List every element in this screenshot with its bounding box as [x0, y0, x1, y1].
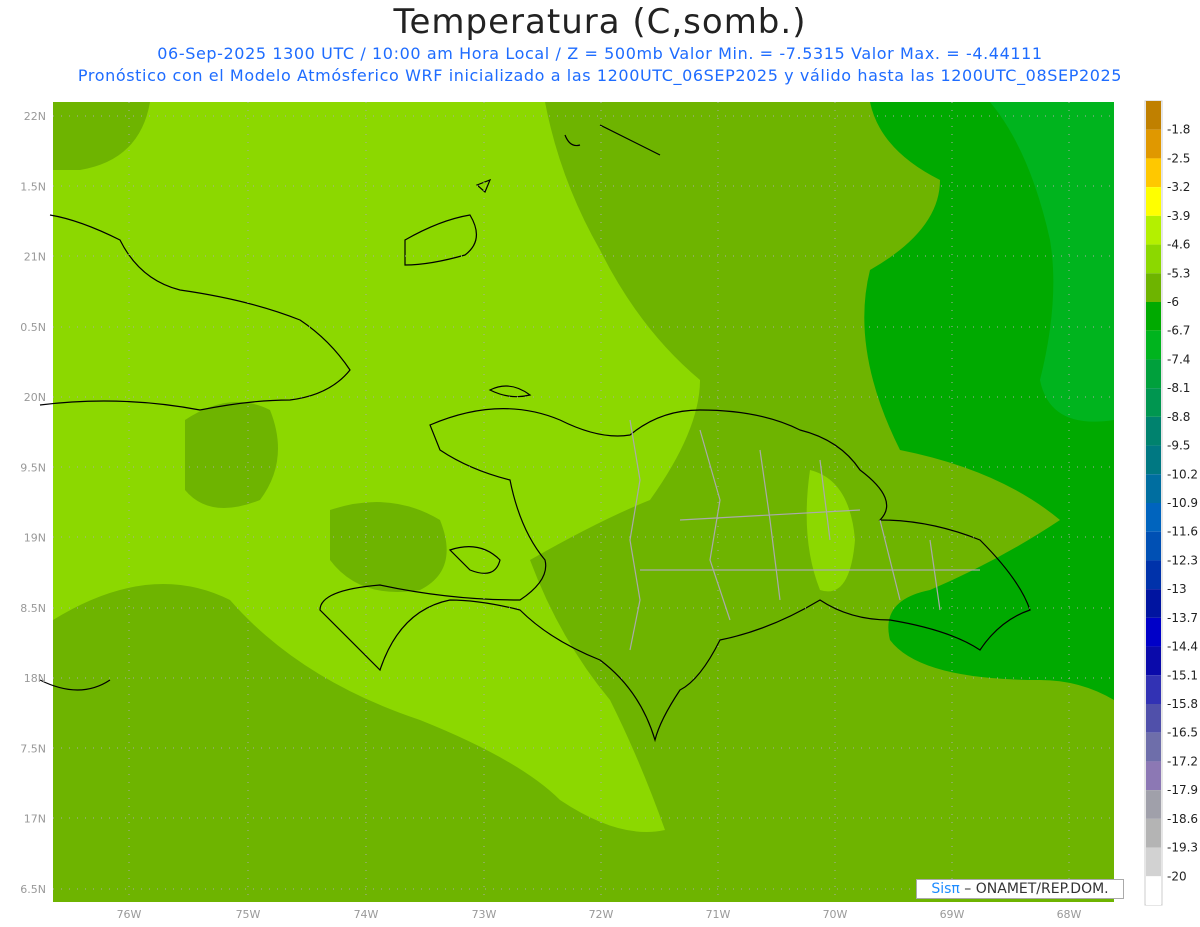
colorbar-bin: [1146, 761, 1161, 791]
lat-label: 18N: [24, 672, 46, 685]
colorbar: -1.8 -2.5 -3.2 -3.9 -4.6 -5.3 -6 -6.7 -7.4 -8.1 -8…: [1146, 101, 1198, 905]
colorbar-bin: [1146, 560, 1161, 590]
colorbar-bin: [1146, 416, 1161, 446]
colorbar-bin: [1146, 388, 1161, 417]
colorbar-label: -7.4: [1167, 352, 1190, 366]
colorbar-bin: [1146, 445, 1161, 475]
credit-box: Sisπ – ONAMET/REP.DOM.: [916, 879, 1124, 899]
lat-label: 0.5N: [20, 321, 46, 334]
colorbar-label: -18.6: [1167, 812, 1198, 826]
colorbar-label: -3.9: [1167, 209, 1190, 223]
lon-label: 70W: [823, 908, 848, 921]
lat-label: 19N: [24, 532, 46, 545]
colorbar-label: -17.2: [1167, 754, 1198, 768]
colorbar-label: -12.3: [1167, 553, 1198, 567]
colorbar-bin: [1146, 818, 1161, 848]
colorbar-label: -4.6: [1167, 238, 1190, 252]
temperature-map: 76W 75W 74W 73W 72W 71W 70W 69W 68W 22N 1.5N 21N 0.…: [20, 100, 1198, 921]
lon-label: 75W: [236, 908, 261, 921]
lon-label: 72W: [589, 908, 614, 921]
lat-label: 9.5N: [20, 461, 46, 474]
credit-brand: Sisπ: [931, 881, 960, 897]
colorbar-bin: [1146, 330, 1161, 360]
lon-label: 68W: [1057, 908, 1082, 921]
colorbar-bin: [1146, 617, 1161, 647]
lon-label: 74W: [354, 908, 379, 921]
colorbar-bin: [1146, 187, 1161, 216]
colorbar-label: -11.6: [1167, 525, 1198, 539]
lat-label: 17N: [24, 813, 46, 826]
colorbar-label: -19.3: [1167, 841, 1198, 855]
colorbar-bin: [1146, 273, 1161, 302]
colorbar-label: -2.5: [1167, 151, 1190, 165]
colorbar-bin: [1146, 359, 1161, 389]
colorbar-label: -15.8: [1167, 697, 1198, 711]
colorbar-bin: [1146, 675, 1161, 704]
lat-label: 8.5N: [20, 602, 46, 615]
lon-label: 71W: [706, 908, 731, 921]
colorbar-bin: [1146, 244, 1161, 274]
lat-label: 22N: [24, 110, 46, 123]
colorbar-label: -15.1: [1167, 668, 1198, 682]
lat-label: 1.5N: [20, 180, 46, 193]
colorbar-label: -10.9: [1167, 496, 1198, 510]
colorbar-bin: [1146, 847, 1161, 877]
colorbar-label: -9.5: [1167, 439, 1190, 453]
colorbar-label: -13: [1167, 582, 1187, 596]
colorbar-label: -10.2: [1167, 467, 1198, 481]
colorbar-label: -5.3: [1167, 266, 1190, 280]
colorbar-bin: [1146, 876, 1161, 905]
colorbar-label: -16.5: [1167, 726, 1198, 740]
colorbar-label: -8.8: [1167, 410, 1190, 424]
colorbar-bin: [1146, 101, 1161, 130]
colorbar-bin: [1146, 704, 1161, 733]
field-region-west-blob: [185, 402, 278, 508]
colorbar-bin: [1146, 129, 1161, 159]
colorbar-bin: [1146, 474, 1161, 503]
lat-label: 21N: [24, 251, 46, 264]
colorbar-bin: [1146, 790, 1161, 819]
colorbar-bin: [1146, 302, 1161, 331]
colorbar-label: -6: [1167, 295, 1179, 309]
lat-label: 6.5N: [20, 883, 46, 896]
colorbar-label: -3.2: [1167, 180, 1190, 194]
colorbar-bin: [1146, 531, 1161, 561]
colorbar-label: -6.7: [1167, 324, 1190, 338]
lat-label: 7.5N: [20, 742, 46, 755]
credit-text: – ONAMET/REP.DOM.: [959, 881, 1109, 897]
colorbar-bin: [1146, 503, 1161, 532]
lon-label: 69W: [940, 908, 965, 921]
colorbar-bin: [1146, 732, 1161, 762]
colorbar-label: -1.8: [1167, 123, 1190, 137]
colorbar-label: -14.4: [1167, 640, 1198, 654]
colorbar-label: -8.1: [1167, 381, 1190, 395]
colorbar-bin: [1146, 158, 1161, 188]
lat-label: 20N: [24, 391, 46, 404]
lon-label: 76W: [117, 908, 142, 921]
colorbar-bin: [1146, 215, 1161, 245]
colorbar-label: -17.9: [1167, 783, 1198, 797]
colorbar-label: -20: [1167, 869, 1187, 883]
colorbar-bin: [1146, 589, 1161, 618]
colorbar-bin: [1146, 646, 1161, 676]
colorbar-label: -13.7: [1167, 611, 1198, 625]
lon-label: 73W: [472, 908, 497, 921]
